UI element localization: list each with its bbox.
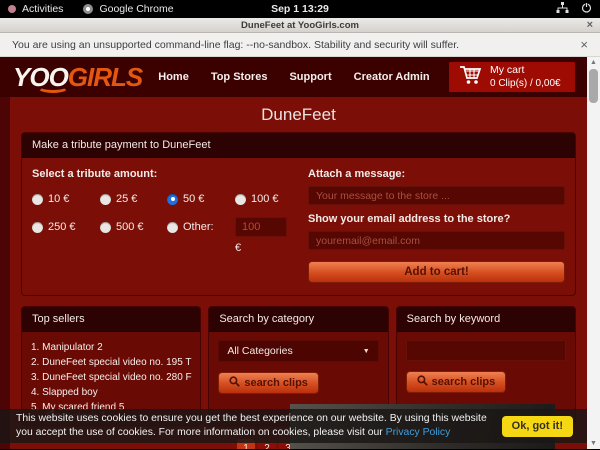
amount-option-label: 100 € [251, 193, 279, 205]
gnome-top-bar: Activities Google Chrome Sep 1 13:29 [0, 0, 600, 18]
top-seller-item[interactable]: 2. DuneFeet special video no. 195 T [31, 355, 191, 370]
warning-text: You are using an unsupported command-lin… [12, 39, 459, 51]
tribute-panel-header: Make a tribute payment to DuneFeet [22, 133, 575, 158]
window-title-bar: DuneFeet at YooGirls.com × [0, 18, 600, 33]
tribute-amount-option[interactable]: 250 € [32, 221, 100, 233]
power-icon[interactable] [581, 2, 592, 16]
email-label: Show your email address to the store? [308, 213, 565, 225]
search-category-header: Search by category [209, 307, 387, 332]
tribute-amount-option[interactable]: 25 € [100, 193, 167, 205]
top-seller-item[interactable]: 4. Slapped boy [31, 385, 191, 400]
cart-icon [458, 64, 482, 91]
amount-options-grid: 10 € 25 € 50 € 100 € 250 € 500 € Other: [32, 193, 294, 237]
search-clips-keyword-button[interactable]: search clips [406, 371, 507, 393]
window-title: DuneFeet at YooGirls.com [241, 20, 359, 31]
category-selected-value: All Categories [227, 345, 292, 357]
radio-icon[interactable] [167, 222, 178, 233]
browser-viewport: YOOGIRLS Home Top Stores Support Creator Ad… [0, 57, 600, 449]
scroll-up-icon[interactable]: ▲ [590, 57, 597, 68]
tribute-amount-option[interactable]: Other: [167, 221, 235, 233]
top-seller-item[interactable]: 1. Manipulator 2 [31, 340, 191, 355]
nav-item-support[interactable]: Support [289, 71, 331, 83]
window-close-button[interactable]: × [587, 18, 593, 32]
chevron-down-icon: ▼ [363, 348, 370, 355]
amount-option-label: 50 € [183, 193, 204, 205]
radio-icon[interactable] [32, 194, 43, 205]
amount-option-label: 10 € [48, 193, 69, 205]
cart-title: My cart [490, 64, 524, 76]
cookie-accept-button[interactable]: Ok, got it! [502, 416, 573, 437]
add-to-cart-button[interactable]: Add to cart! [308, 261, 565, 283]
my-cart-button[interactable]: My cart 0 Clip(s) / 0,00€ [449, 62, 575, 92]
warning-close-icon[interactable]: × [580, 37, 588, 52]
main-nav: Home Top Stores Support Creator Admin [158, 71, 429, 83]
radio-icon[interactable] [32, 222, 43, 233]
cart-summary: 0 Clip(s) / 0,00€ [490, 78, 561, 89]
search-icon [417, 375, 428, 389]
scrollbar-thumb[interactable] [589, 69, 598, 103]
other-amount-input[interactable] [235, 217, 287, 237]
currency-label: € [235, 242, 294, 254]
nav-item-top-stores[interactable]: Top Stores [211, 71, 268, 83]
site-header: YOOGIRLS Home Top Stores Support Creator Ad… [0, 57, 600, 97]
search-clips-category-button[interactable]: search clips [218, 372, 319, 394]
search-icon [229, 376, 240, 390]
amount-option-label: 25 € [116, 193, 137, 205]
amount-section-label: Select a tribute amount: [32, 168, 294, 180]
scrollbar[interactable]: ▲ ▼ [587, 57, 600, 449]
amount-option-label: Other: [183, 221, 214, 233]
cookie-banner: This website uses cookies to ensure you … [0, 409, 587, 443]
nav-item-home[interactable]: Home [158, 71, 189, 83]
nav-item-creator-admin[interactable]: Creator Admin [354, 71, 430, 83]
top-seller-item[interactable]: 3. DuneFeet special video no. 280 F [31, 370, 191, 385]
privacy-policy-link[interactable]: Privacy Policy [386, 427, 451, 438]
page-title: DuneFeet [10, 97, 587, 132]
amount-option-label: 250 € [48, 221, 76, 233]
top-sellers-header: Top sellers [22, 307, 200, 332]
category-select[interactable]: All Categories ▼ [218, 340, 378, 362]
search-keyword-header: Search by keyword [397, 307, 575, 332]
tribute-amount-option[interactable]: 100 € [235, 193, 294, 205]
message-input[interactable] [308, 186, 565, 205]
top-sellers-panel: Top sellers 1. Manipulator 22. DuneFeet … [21, 306, 201, 426]
radio-icon[interactable] [100, 222, 111, 233]
page-container: DuneFeet Make a tribute payment to DuneF… [10, 97, 587, 449]
tribute-amount-option[interactable]: 10 € [32, 193, 100, 205]
keyword-input[interactable] [406, 340, 566, 361]
search-clips-label: search clips [244, 377, 308, 389]
email-input[interactable] [308, 231, 565, 250]
tribute-amount-option[interactable]: 500 € [100, 221, 167, 233]
radio-checked-icon[interactable] [167, 194, 178, 205]
radio-icon[interactable] [235, 194, 246, 205]
tribute-amount-option[interactable]: 50 € [167, 193, 235, 205]
network-icon[interactable] [556, 2, 569, 17]
other-amount-cell [235, 217, 294, 237]
tribute-panel: Make a tribute payment to DuneFeet Selec… [21, 132, 576, 296]
logo-smile-icon [37, 81, 69, 93]
clock[interactable]: Sep 1 13:29 [0, 3, 600, 15]
site-logo[interactable]: YOOGIRLS [13, 64, 142, 90]
chrome-warning-bar: You are using an unsupported command-lin… [0, 33, 600, 57]
scroll-down-icon[interactable]: ▼ [590, 438, 597, 449]
message-label: Attach a message: [308, 168, 565, 180]
logo-text-girls: GIRLS [68, 64, 142, 90]
radio-icon[interactable] [100, 194, 111, 205]
search-clips-label: search clips [432, 376, 496, 388]
cookie-text: This website uses cookies to ensure you … [16, 412, 502, 439]
amount-option-label: 500 € [116, 221, 144, 233]
